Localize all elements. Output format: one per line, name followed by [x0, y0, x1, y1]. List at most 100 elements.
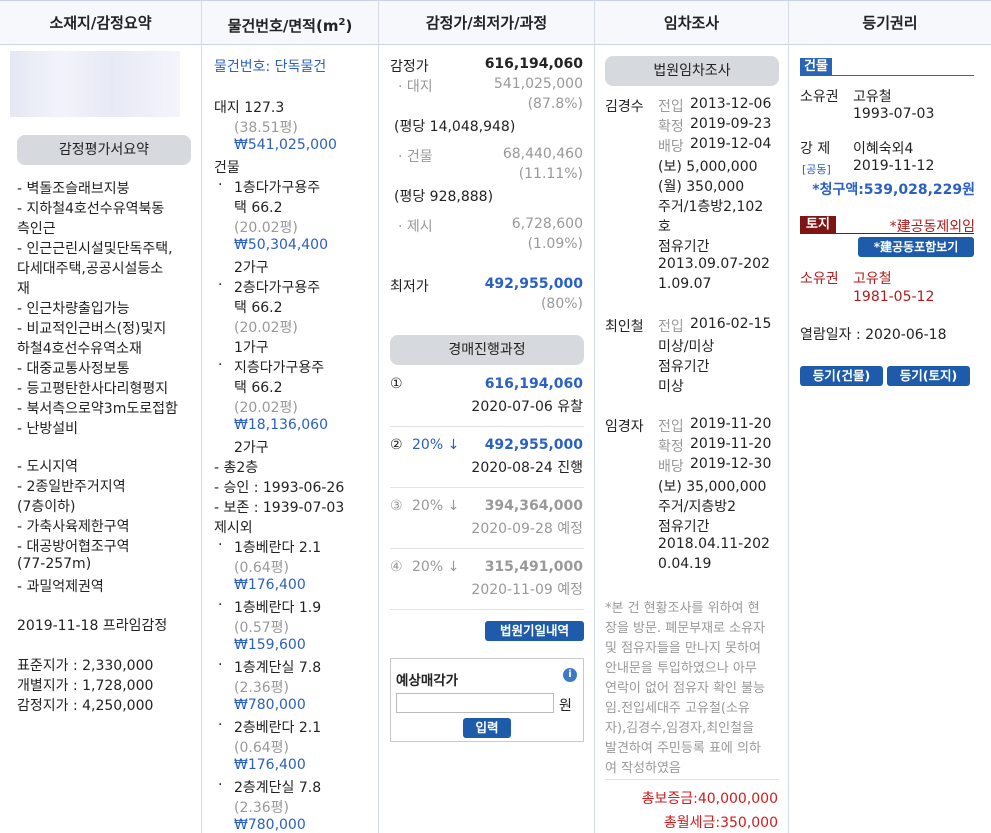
building-underline [800, 75, 974, 76]
show-shared-button[interactable]: *建공동포함보기 [858, 237, 974, 257]
bullet-dot: · [218, 657, 223, 673]
tenant-column: 법원임차조사 김경수 전입 2013-12-06 확정 2019-09-23 배당 2019… [595, 45, 789, 833]
min-value: 492,955,000 [484, 276, 583, 292]
price-column: 감정가 616,194,060 · 대지 541,025,000 (87.8%)… [379, 45, 595, 833]
tenant-field-value: 2016-02-15 [690, 316, 772, 332]
tenant-detail: 점유기간 [658, 359, 710, 375]
land-label: · 대지 [398, 79, 433, 95]
round-divider [390, 426, 584, 427]
appraisal-summary-pill: 감정평가서요약 [17, 135, 191, 165]
round-price: 315,491,000 [484, 559, 583, 575]
land-price-item: 개별지가 : 1,728,000 [17, 678, 154, 694]
round-number: ① [390, 376, 403, 392]
excluded-price: ₩176,400 [234, 577, 306, 593]
note-line: 연락이 없어 점유자 확인 불능 [605, 681, 766, 696]
seizure-label: 강 제 [800, 141, 831, 157]
view-date: 열람일자 : 2020-06-18 [800, 327, 947, 343]
seizure-name: 이혜숙외4 [853, 141, 914, 157]
round-rate: 20% ↓ [412, 437, 460, 453]
summary-item: 측인근 [17, 221, 56, 237]
note-line: 여 작성하였음 [605, 761, 681, 776]
zoning-item: - 도시지역 [17, 459, 79, 475]
round-price: 394,364,000 [484, 498, 583, 514]
registry-column: 건물 소유권 고유철 1993-07-03 강 제 이혜숙외4 [공동] 201… [789, 45, 991, 833]
appraisal-value: 616,194,060 [484, 56, 583, 72]
summary-item: - 난방설비 [17, 421, 79, 437]
court-schedule-button[interactable]: 법원기일내역 [485, 621, 584, 641]
building-pct: (11.11%) [518, 166, 583, 182]
zoning-item: - 대공방어협조구역 [17, 539, 130, 555]
info-icon[interactable]: i [563, 668, 577, 682]
building-pyeong: (20.02평) [234, 220, 298, 236]
tenant-detail: 미상/미상 [658, 339, 715, 355]
excluded-price: ₩159,600 [234, 637, 306, 653]
note-line: 안내문을 투입하였으나 아무 [605, 661, 757, 676]
round-price: 616,194,060 [484, 376, 583, 392]
excluded-pyeong: (0.57평) [234, 620, 289, 636]
etc-pct: (1.09%) [527, 236, 583, 252]
round-divider [390, 548, 584, 549]
bullet-dot: · [218, 777, 223, 793]
seizure-joint: [공동] [802, 163, 831, 176]
tenant-field-label: 전입 [658, 319, 684, 335]
land-price-item: 표준지가 : 2,330,000 [17, 658, 154, 674]
estimate-input[interactable] [396, 693, 554, 713]
note-line: 자),김경수,임경자,최인철을 [605, 721, 755, 736]
header-price: 감정가/최저가/과정 [379, 1, 595, 45]
note-line: 및 점유자들을 만나지 못하여 [605, 641, 761, 656]
bullet-dot: · [218, 277, 223, 293]
estimate-unit: 원 [559, 698, 572, 714]
bullet-dot: · [218, 357, 223, 373]
location-column: 감정평가서요약 - 벽돌조슬래브지붕 - 지하철4호선수유역북동 측인근 - 인근근… [0, 45, 202, 833]
estimate-box: 예상매각가 i 원 입력 [390, 658, 584, 742]
round-number: ③ [390, 498, 403, 514]
seizure-date: 2019-11-12 [853, 158, 935, 174]
excluded-item: 2층베란다 2.1 [234, 720, 322, 736]
note-line: *본 건 현황조사를 위하여 현 [605, 601, 760, 616]
bullet-dot: · [218, 537, 223, 553]
round-number: ② [390, 437, 403, 453]
total-rent: 총월세금:350,000 [663, 815, 778, 831]
tenant-detail: 점유기간 [658, 239, 710, 255]
building-price: ₩18,136,060 [234, 417, 329, 433]
zoning-item: - 2종일반주거지역 [17, 479, 126, 495]
estimate-submit-button[interactable]: 입력 [463, 718, 511, 738]
min-pct: (80%) [540, 296, 583, 312]
min-label: 최저가 [390, 279, 429, 295]
zoning-item: - 가축사육제한구역 [17, 519, 130, 535]
blurred-address [10, 51, 180, 117]
tenant-field-label: 배당 [658, 139, 684, 155]
header-item-area: 물건번호/면적(m2) [202, 1, 379, 45]
land-owner-date: 1981-05-12 [853, 289, 935, 305]
summary-item: 다세대주택,공공시설등소 [17, 261, 164, 277]
round-rate: 20% ↓ [412, 498, 460, 514]
excluded-item: 1층베란다 2.1 [234, 540, 322, 556]
building-label: 건물 [214, 160, 240, 176]
zoning-item: - 과밀억제권역 [17, 579, 104, 595]
building-area: 택 66.2 [234, 200, 283, 216]
tenant-field-label: 전입 [658, 99, 684, 115]
note-line: 발견하여 주민등록 표에 의하 [605, 741, 761, 756]
excluded-label: 제시외 [214, 520, 253, 536]
registry-land-button[interactable]: 등기(토지) [887, 366, 970, 386]
header-location: 소재지/감정요약 [0, 1, 202, 45]
summary-item: - 등고평탄한사다리형평지 [17, 381, 169, 397]
building-meta: - 총2층 [214, 460, 259, 476]
tenant-field-value: 2019-11-20 [690, 416, 772, 432]
zoning-item: (77-257m) [17, 556, 92, 572]
registry-building-button[interactable]: 등기(건물) [800, 366, 883, 386]
bullet-dot: · [218, 597, 223, 613]
owner-label: 소유권 [800, 89, 839, 105]
round-date-status: 2020-09-28 예정 [471, 521, 583, 537]
tenant-field-label: 배당 [658, 459, 684, 475]
bullet-dot: · [218, 717, 223, 733]
header-tenant: 임차조사 [595, 1, 789, 45]
land-price: ₩541,025,000 [234, 137, 337, 153]
building-floor: 2층다가구용주 [234, 280, 321, 296]
land-exclusion-note: *建공동제외임 [889, 219, 975, 235]
tenant-detail: 2013.09.07-202 [658, 256, 770, 272]
tenant-detail: 미상 [658, 379, 684, 395]
tenant-detail: 2018.04.11-202 [658, 536, 770, 552]
land-owner-label: 소유권 [800, 271, 839, 287]
round-divider [390, 609, 584, 610]
